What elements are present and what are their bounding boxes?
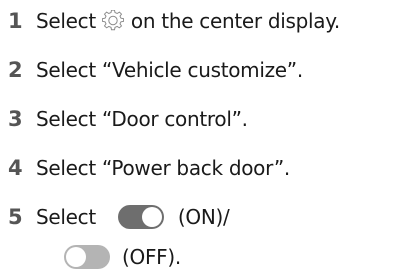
- toggle-off-label: (OFF).: [122, 245, 181, 269]
- step-text: Select “Power back door”.: [36, 156, 290, 180]
- step-number: 5: [8, 205, 23, 229]
- step-text: Select “Vehicle customize”.: [36, 58, 303, 82]
- step-3: 3 Select “Door control”.: [8, 102, 248, 136]
- step-text: Select: [36, 205, 96, 229]
- step-text: Select: [36, 9, 96, 33]
- step-5: 5 Select (ON)/: [8, 200, 230, 234]
- toggle-off-icon: [64, 245, 110, 269]
- step-number: 1: [8, 9, 23, 33]
- step-5-continued: (OFF).: [64, 240, 181, 274]
- gear-icon: [101, 9, 125, 32]
- step-4: 4 Select “Power back door”.: [8, 151, 290, 185]
- step-number: 3: [8, 107, 23, 131]
- step-text: Select “Door control”.: [36, 107, 248, 131]
- step-1: 1 Select on the center display.: [8, 4, 340, 38]
- step-number: 4: [8, 156, 23, 180]
- step-2: 2 Select “Vehicle customize”.: [8, 53, 303, 87]
- step-text: on the center display.: [130, 9, 340, 33]
- toggle-on-icon: [117, 205, 164, 229]
- instruction-page: 1 Select on the center display. 2 Select…: [0, 0, 398, 279]
- toggle-on-label: (ON)/: [177, 205, 230, 229]
- step-number: 2: [8, 58, 23, 82]
